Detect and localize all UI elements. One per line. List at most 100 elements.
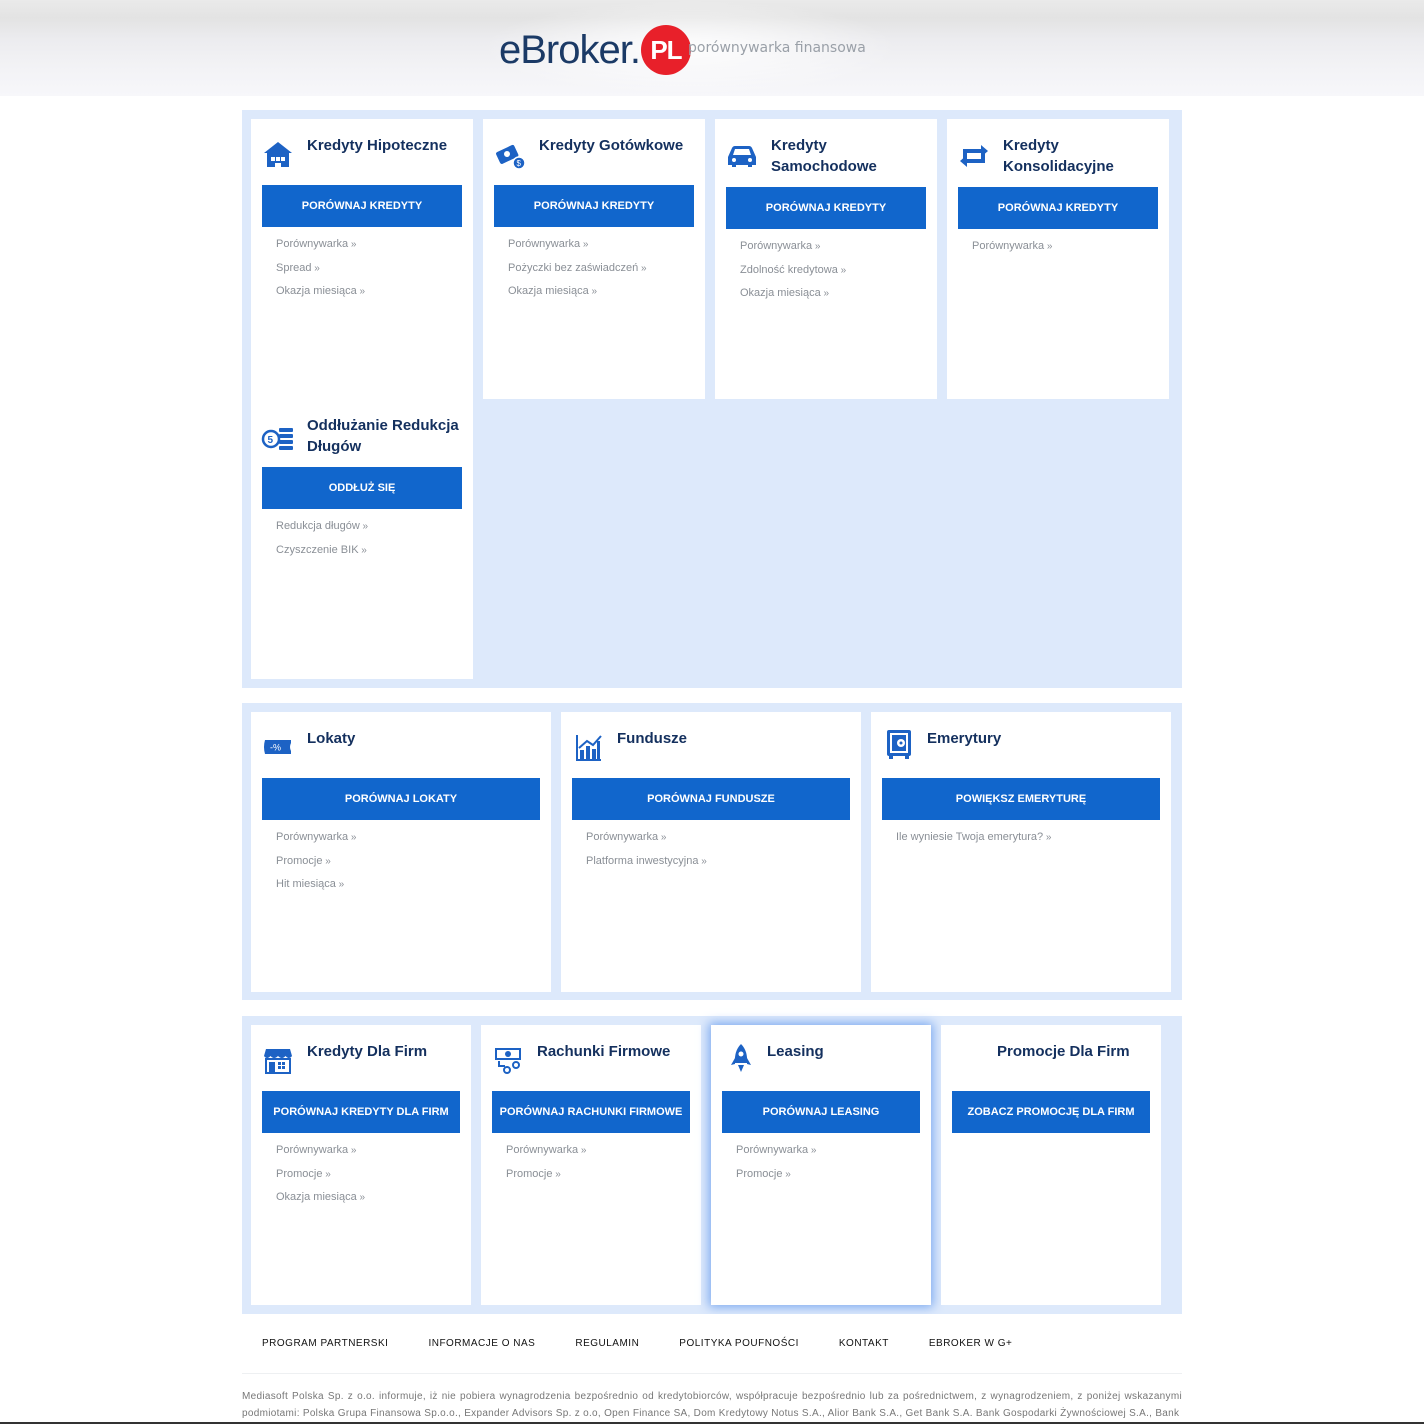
section-oszczednosci: -% Lokaty PORÓWNAJ LOKATY Porównywarka P…	[242, 703, 1182, 1000]
safe-icon	[881, 726, 915, 760]
compare-business-accounts-button[interactable]: PORÓWNAJ RACHUNKI FIRMOWE	[492, 1091, 690, 1133]
card-title: Rachunki Firmowe	[537, 1043, 671, 1060]
card-links: Porównywarka Promocje Okazja miesiąca	[276, 1139, 365, 1210]
card-promocje-dla-firm: Promocje Dla Firm ZOBACZ PROMOCJĘ DLA FI…	[941, 1025, 1161, 1305]
card-title: Kredyty Gotówkowe	[539, 137, 684, 154]
card-links: Porównywarka Promocje	[506, 1139, 586, 1186]
link-promocje[interactable]: Promocje	[276, 1163, 365, 1187]
card-links: Porównywarka	[972, 235, 1052, 259]
link-pozyczki-bez-zaswiadczen[interactable]: Pożyczki bez zaświadczeń	[508, 257, 647, 281]
footer-link-regulamin[interactable]: REGULAMIN	[575, 1338, 639, 1349]
percent-tag-icon: -%	[261, 730, 295, 764]
link-okazja-miesiaca[interactable]: Okazja miesiąca	[276, 280, 365, 304]
card-links: Porównywarka Pożyczki bez zaświadczeń Ok…	[508, 233, 647, 304]
shop-icon	[261, 1043, 295, 1077]
card-kredyty-dla-firm: Kredyty Dla Firm PORÓWNAJ KREDYTY DLA FI…	[251, 1025, 471, 1305]
link-redukcja-dlugow[interactable]: Redukcja długów	[276, 515, 368, 539]
svg-text:$: $	[517, 159, 522, 168]
link-porownywarka[interactable]: Porównywarka	[276, 233, 365, 257]
link-platforma-inwestycyjna[interactable]: Platforma inwestycyjna	[586, 850, 707, 874]
compare-credits-button[interactable]: PORÓWNAJ KREDYTY	[262, 185, 462, 227]
card-links: Ile wyniesie Twoja emerytura?	[896, 826, 1052, 850]
site-header: eBroker. PL porównywarka finansowa	[0, 0, 1424, 96]
rocket-icon	[721, 1041, 755, 1075]
logo-badge: PL	[640, 25, 691, 75]
svg-text:5: 5	[268, 435, 274, 446]
link-porownywarka[interactable]: Porównywarka	[276, 1139, 365, 1163]
link-porownywarka[interactable]: Porównywarka	[740, 235, 846, 259]
car-icon	[725, 139, 759, 173]
compare-business-credits-button[interactable]: PORÓWNAJ KREDYTY DLA FIRM	[262, 1091, 460, 1133]
see-business-promotions-button[interactable]: ZOBACZ PROMOCJĘ DLA FIRM	[952, 1091, 1150, 1133]
link-okazja-miesiaca[interactable]: Okazja miesiąca	[508, 280, 647, 304]
footer-link-kontakt[interactable]: KONTAKT	[839, 1338, 889, 1349]
link-porownywarka[interactable]: Porównywarka	[506, 1139, 586, 1163]
link-porownywarka[interactable]: Porównywarka	[276, 826, 356, 850]
debt-relief-button[interactable]: ODDŁUŻ SIĘ	[262, 467, 462, 509]
link-porownywarka[interactable]: Porównywarka	[972, 235, 1052, 259]
link-hit-miesiaca[interactable]: Hit miesiąca	[276, 873, 356, 897]
compare-leasing-button[interactable]: PORÓWNAJ LEASING	[722, 1091, 920, 1133]
card-title: Kredyty Hipoteczne	[307, 137, 448, 154]
logo-tagline: porównywarka finansowa	[688, 40, 866, 56]
link-porownywarka[interactable]: Porównywarka	[736, 1139, 816, 1163]
cash-icon: $	[493, 139, 527, 173]
compare-deposits-button[interactable]: PORÓWNAJ LOKATY	[262, 778, 540, 820]
card-title: Promocje Dla Firm	[997, 1043, 1130, 1060]
footer-link-ebroker-gplus[interactable]: EBROKER W G+	[929, 1338, 1013, 1349]
account-icon	[491, 1043, 525, 1077]
card-kredyty-gotowkowe: $ Kredyty Gotówkowe PORÓWNAJ KREDYTY Por…	[483, 119, 705, 399]
card-title: Kredyty Dla Firm	[307, 1043, 428, 1060]
card-title: Leasing	[767, 1043, 824, 1060]
footer-link-informacje-o-nas[interactable]: INFORMACJE O NAS	[428, 1338, 535, 1349]
section-firmy: Kredyty Dla Firm PORÓWNAJ KREDYTY DLA FI…	[242, 1016, 1182, 1314]
card-links: Porównywarka Spread Okazja miesiąca	[276, 233, 365, 304]
coins-icon: 5	[261, 419, 295, 453]
link-porownywarka[interactable]: Porównywarka	[586, 826, 707, 850]
card-lokaty: -% Lokaty PORÓWNAJ LOKATY Porównywarka P…	[251, 712, 551, 992]
compare-credits-button[interactable]: PORÓWNAJ KREDYTY	[958, 187, 1158, 229]
card-title: Fundusze	[617, 730, 687, 747]
card-title: Kredyty Samochodowe	[771, 137, 877, 175]
increase-pension-button[interactable]: POWIĘKSZ EMERYTURĘ	[882, 778, 1160, 820]
card-title: Oddłużanie Redukcja Długów	[307, 417, 459, 455]
card-links: Porównywarka Platforma inwestycyjna	[586, 826, 707, 873]
card-title: Emerytury	[927, 730, 1002, 747]
link-spread[interactable]: Spread	[276, 257, 365, 281]
card-leasing: Leasing PORÓWNAJ LEASING Porównywarka Pr…	[711, 1025, 931, 1305]
link-promocje[interactable]: Promocje	[276, 850, 356, 874]
compare-credits-button[interactable]: PORÓWNAJ KREDYTY	[726, 187, 926, 229]
footer-nav: PROGRAM PARTNERSKI INFORMACJE O NAS REGU…	[242, 1314, 1182, 1374]
link-okazja-miesiaca[interactable]: Okazja miesiąca	[740, 282, 846, 306]
footer-link-polityka-poufnosci[interactable]: POLITYKA POUFNOŚCI	[679, 1338, 799, 1349]
card-emerytury: Emerytury POWIĘKSZ EMERYTURĘ Ile wyniesi…	[871, 712, 1171, 992]
link-czyszczenie-bik[interactable]: Czyszczenie BIK	[276, 539, 368, 563]
refresh-icon	[957, 139, 991, 173]
svg-text:-%: -%	[270, 743, 281, 753]
card-rachunki-firmowe: Rachunki Firmowe PORÓWNAJ RACHUNKI FIRMO…	[481, 1025, 701, 1305]
card-links: Porównywarka Promocje Hit miesiąca	[276, 826, 356, 897]
link-porownywarka[interactable]: Porównywarka	[508, 233, 647, 257]
card-title: Lokaty	[307, 730, 356, 747]
card-kredyty-samochodowe: Kredyty Samochodowe PORÓWNAJ KREDYTY Por…	[715, 119, 937, 399]
link-ile-wyniesie-emerytura[interactable]: Ile wyniesie Twoja emerytura?	[896, 826, 1052, 850]
site-logo[interactable]: eBroker. PL	[499, 22, 691, 78]
link-okazja-miesiaca[interactable]: Okazja miesiąca	[276, 1186, 365, 1210]
link-promocje[interactable]: Promocje	[506, 1163, 586, 1187]
card-links: Porównywarka Zdolność kredytowa Okazja m…	[740, 235, 846, 306]
card-oddluzanie-content: 5 Oddłużanie Redukcja Długów ODDŁUŻ SIĘ …	[251, 399, 473, 679]
card-kredyty-konsolidacyjne: Kredyty Konsolidacyjne PORÓWNAJ KREDYTY …	[947, 119, 1169, 399]
logo-text: eBroker.	[499, 28, 641, 72]
link-zdolnosc-kredytowa[interactable]: Zdolność kredytowa	[740, 259, 846, 283]
compare-funds-button[interactable]: PORÓWNAJ FUNDUSZE	[572, 778, 850, 820]
house-icon	[261, 137, 295, 171]
link-promocje[interactable]: Promocje	[736, 1163, 816, 1187]
growth-chart-icon	[571, 730, 605, 764]
card-title: Kredyty Konsolidacyjne	[1003, 137, 1114, 175]
compare-credits-button[interactable]: PORÓWNAJ KREDYTY	[494, 185, 694, 227]
card-links: Porównywarka Promocje	[736, 1139, 816, 1186]
legal-disclaimer: Mediasoft Polska Sp. z o.o. informuje, i…	[242, 1391, 1182, 1419]
footer-link-program-partnerski[interactable]: PROGRAM PARTNERSKI	[262, 1338, 388, 1349]
card-fundusze: Fundusze PORÓWNAJ FUNDUSZE Porównywarka …	[561, 712, 861, 992]
card-links: Redukcja długów Czyszczenie BIK	[276, 515, 368, 562]
